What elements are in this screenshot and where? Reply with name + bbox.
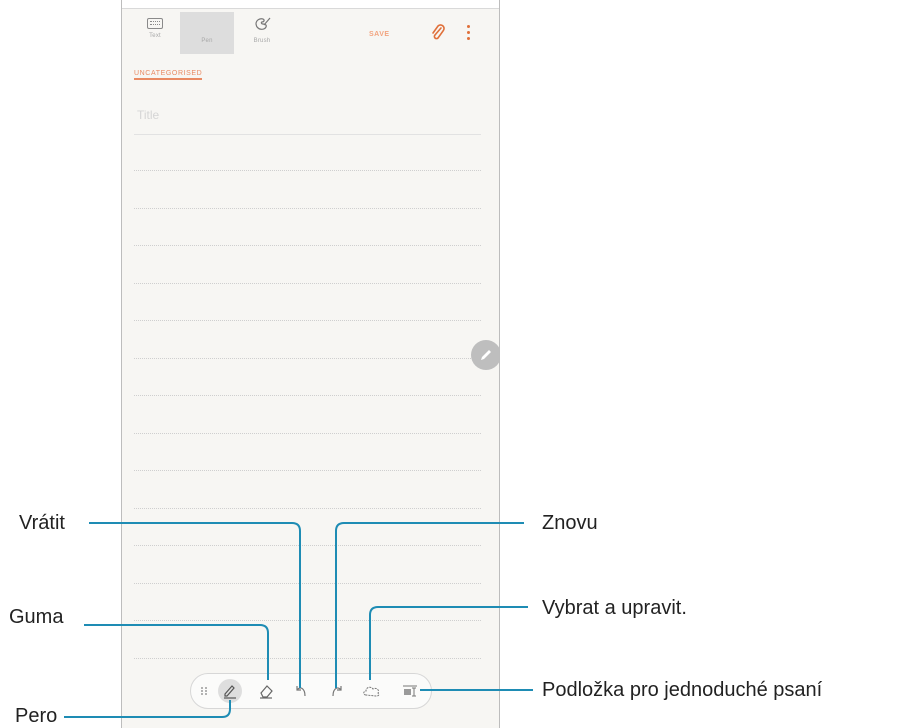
title-divider xyxy=(134,134,481,135)
tab-brush[interactable]: Brush xyxy=(235,12,289,54)
title-placeholder[interactable]: Title xyxy=(137,108,159,122)
writing-guide-line xyxy=(134,245,481,246)
callout-undo: Vrátit xyxy=(19,512,65,534)
callout-select: Vybrat a upravit. xyxy=(542,597,687,619)
keyboard-icon xyxy=(147,18,163,29)
eraser-callout-line xyxy=(84,624,269,680)
writing-guide-line xyxy=(134,395,481,396)
writing-guide-line xyxy=(134,170,481,171)
edit-fab[interactable] xyxy=(471,340,499,370)
tab-text-label: Text xyxy=(149,33,161,39)
tab-brush-label: Brush xyxy=(253,38,271,44)
callout-eraser: Guma xyxy=(9,606,64,628)
select-callout-line xyxy=(369,606,528,680)
writing-guide-line xyxy=(134,208,481,209)
tab-pen-label: Pen xyxy=(201,38,213,44)
category-label[interactable]: UNCATEGORISED xyxy=(134,70,203,80)
tab-text[interactable]: Text xyxy=(128,12,182,54)
writing-guide-line xyxy=(134,508,481,509)
more-vertical-icon[interactable] xyxy=(464,24,472,42)
writing-guide-line xyxy=(134,320,481,321)
pen-tab-icon xyxy=(196,16,218,34)
callout-pad: Podložka pro jednoduché psaní xyxy=(542,679,823,701)
pen-callout-line xyxy=(64,700,231,718)
writing-guide-line xyxy=(134,358,481,359)
undo-callout-line-h xyxy=(89,522,289,524)
callout-redo: Znovu xyxy=(542,512,598,534)
paperclip-icon[interactable] xyxy=(431,24,445,42)
writing-guide-line xyxy=(134,433,481,434)
palette-icon xyxy=(251,16,273,34)
callout-pen: Pero xyxy=(15,705,58,727)
save-button[interactable]: SAVE xyxy=(369,31,390,38)
undo-callout-curve xyxy=(286,522,301,688)
pad-callout-line xyxy=(420,689,533,691)
writing-guide-line xyxy=(134,470,481,471)
writing-guide-line xyxy=(134,283,481,284)
pencil-icon xyxy=(481,350,491,360)
tab-pen[interactable]: Pen xyxy=(180,12,234,54)
note-toolbar: Text Pen Brush SAVE xyxy=(122,8,499,54)
